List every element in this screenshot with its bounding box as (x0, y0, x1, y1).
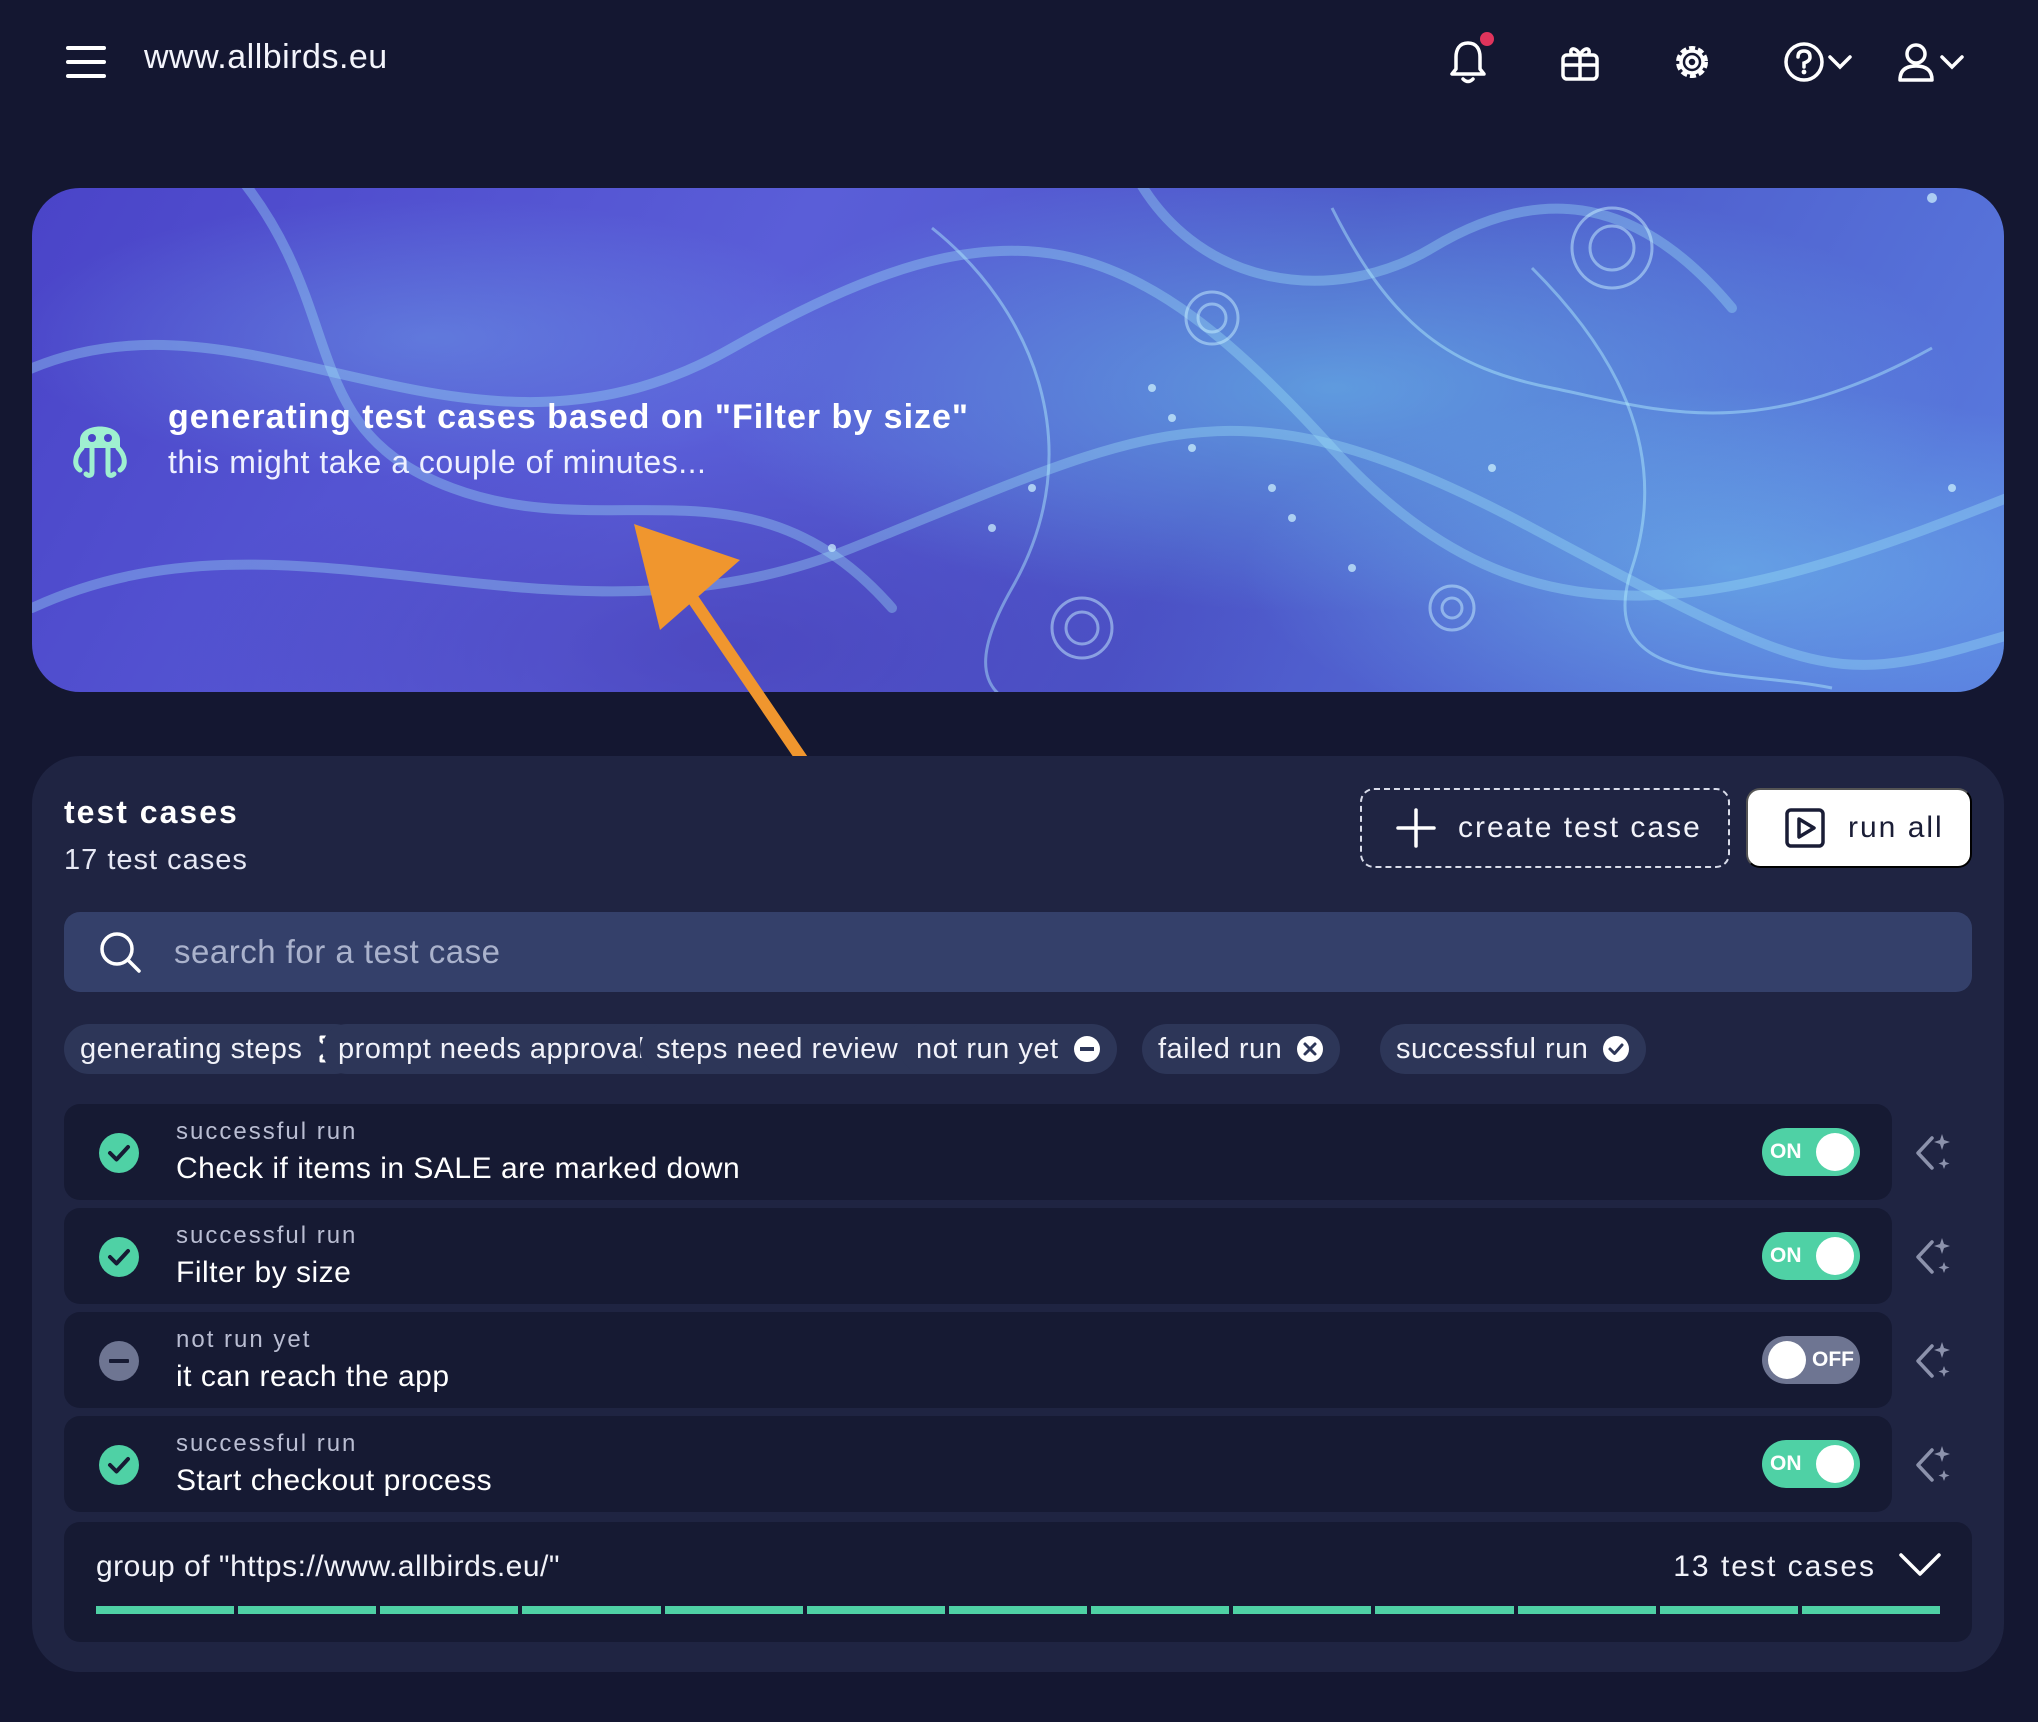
check-circle-icon (1602, 1035, 1630, 1063)
settings-button[interactable] (1666, 36, 1718, 88)
plus-icon (1396, 808, 1436, 848)
gift-icon (1561, 47, 1599, 81)
enable-toggle[interactable]: ON (1762, 1232, 1860, 1280)
ai-generate-icon[interactable] (1908, 1338, 1954, 1384)
group-count: 13 test cases (1673, 1550, 1876, 1583)
row-name: it can reach the app (176, 1360, 450, 1393)
toggle-label: ON (1770, 1244, 1802, 1267)
ai-generate-icon[interactable] (1908, 1442, 1954, 1488)
progress-segment (96, 1606, 235, 1614)
check-circle-icon (99, 1133, 139, 1173)
check-circle-icon (99, 1237, 139, 1277)
gear-icon (1676, 46, 1708, 78)
toggle-label: ON (1770, 1452, 1802, 1475)
filter-successful-run[interactable]: successful run (1380, 1024, 1647, 1074)
filter-label: prompt needs approval (338, 1032, 646, 1065)
banner-subtitle: this might take a couple of minutes... (168, 444, 707, 480)
row-name: Check if items in SALE are marked down (176, 1152, 741, 1185)
minus-circle-icon (99, 1341, 139, 1381)
toggle-knob (1768, 1341, 1806, 1379)
test-cases-panel: test cases 17 test cases create test cas… (32, 756, 2004, 1672)
enable-toggle[interactable]: ON (1762, 1128, 1860, 1176)
help-icon (1784, 42, 1824, 82)
progress-segment (522, 1606, 661, 1614)
row-status: successful run (176, 1118, 358, 1145)
filter-label: steps need review (656, 1032, 899, 1065)
enable-toggle[interactable]: ON (1762, 1440, 1860, 1488)
chevron-down-icon (1828, 55, 1852, 70)
test-case-count: 17 test cases (64, 844, 248, 876)
filter-label: successful run (1396, 1032, 1589, 1065)
group-label: group of "https://www.allbirds.eu/" (96, 1550, 561, 1583)
group-progress-bar (96, 1606, 1941, 1614)
test-case-row[interactable]: successful run Filter by size ON (64, 1208, 1892, 1304)
progress-segment (1801, 1606, 1941, 1614)
notification-dot (1480, 32, 1494, 46)
progress-segment (1659, 1606, 1798, 1614)
filter-label: failed run (1158, 1032, 1283, 1065)
test-case-row[interactable]: successful run Start checkout process ON (64, 1416, 1892, 1512)
enable-toggle[interactable]: OFF (1762, 1336, 1860, 1384)
search-bar (64, 912, 1972, 992)
filter-label: not run yet (916, 1032, 1059, 1065)
generation-banner: generating test cases based on "Filter b… (32, 188, 2004, 692)
ai-generate-icon[interactable] (1908, 1234, 1954, 1280)
chevron-down-icon (1940, 55, 1964, 70)
bell-icon (1450, 41, 1486, 84)
row-status: successful run (176, 1222, 358, 1249)
search-input[interactable] (174, 922, 1934, 982)
row-status: successful run (176, 1430, 358, 1457)
filter-not-run-yet[interactable]: not run yet (900, 1024, 1117, 1074)
progress-segment (948, 1606, 1088, 1614)
toggle-label: OFF (1812, 1348, 1854, 1371)
progress-segment (806, 1606, 945, 1614)
progress-segment (1091, 1606, 1230, 1614)
play-icon (1785, 808, 1825, 848)
x-circle-icon (1296, 1035, 1324, 1063)
row-status: not run yet (176, 1326, 312, 1353)
toggle-knob (1816, 1133, 1854, 1171)
row-name: Filter by size (176, 1256, 352, 1289)
minus-circle-icon (1073, 1035, 1101, 1063)
toggle-knob (1816, 1237, 1854, 1275)
menu-icon[interactable] (66, 44, 110, 80)
test-case-row[interactable]: not run yet it can reach the app OFF (64, 1312, 1892, 1408)
site-title: www.allbirds.eu (144, 38, 388, 76)
create-test-case-button[interactable]: create test case (1360, 788, 1730, 868)
panel-title: test cases (64, 794, 239, 830)
progress-segment (1517, 1606, 1656, 1614)
filter-failed-run[interactable]: failed run (1142, 1024, 1341, 1074)
top-bar: www.allbirds.eu (0, 0, 2038, 124)
create-test-case-label: create test case (1458, 811, 1702, 844)
banner-artwork (32, 188, 2004, 692)
row-name: Start checkout process (176, 1464, 493, 1497)
run-all-button[interactable]: run all (1746, 788, 1972, 868)
progress-segment (664, 1606, 803, 1614)
test-case-group[interactable]: group of "https://www.allbirds.eu/" 13 t… (64, 1522, 1972, 1642)
toggle-label: ON (1770, 1140, 1802, 1163)
notifications-button[interactable] (1442, 32, 1494, 88)
chevron-down-icon[interactable] (1898, 1550, 1942, 1580)
search-icon (100, 932, 141, 973)
help-menu-button[interactable] (1778, 36, 1858, 88)
ai-generate-icon[interactable] (1908, 1130, 1954, 1176)
account-menu-button[interactable] (1890, 36, 1970, 88)
octopus-icon (73, 426, 127, 478)
toggle-knob (1816, 1445, 1854, 1483)
test-case-row[interactable]: successful run Check if items in SALE ar… (64, 1104, 1892, 1200)
run-all-label: run all (1848, 811, 1944, 844)
progress-segment (1233, 1606, 1372, 1614)
progress-segment (380, 1606, 519, 1614)
user-icon (1898, 43, 1934, 82)
banner-title: generating test cases based on "Filter b… (168, 398, 970, 436)
gift-button[interactable] (1554, 36, 1606, 88)
filter-generating-steps[interactable]: generating steps (64, 1024, 361, 1074)
filter-label: generating steps (80, 1032, 303, 1065)
progress-segment (238, 1606, 377, 1614)
progress-segment (1375, 1606, 1514, 1614)
check-circle-icon (99, 1445, 139, 1485)
